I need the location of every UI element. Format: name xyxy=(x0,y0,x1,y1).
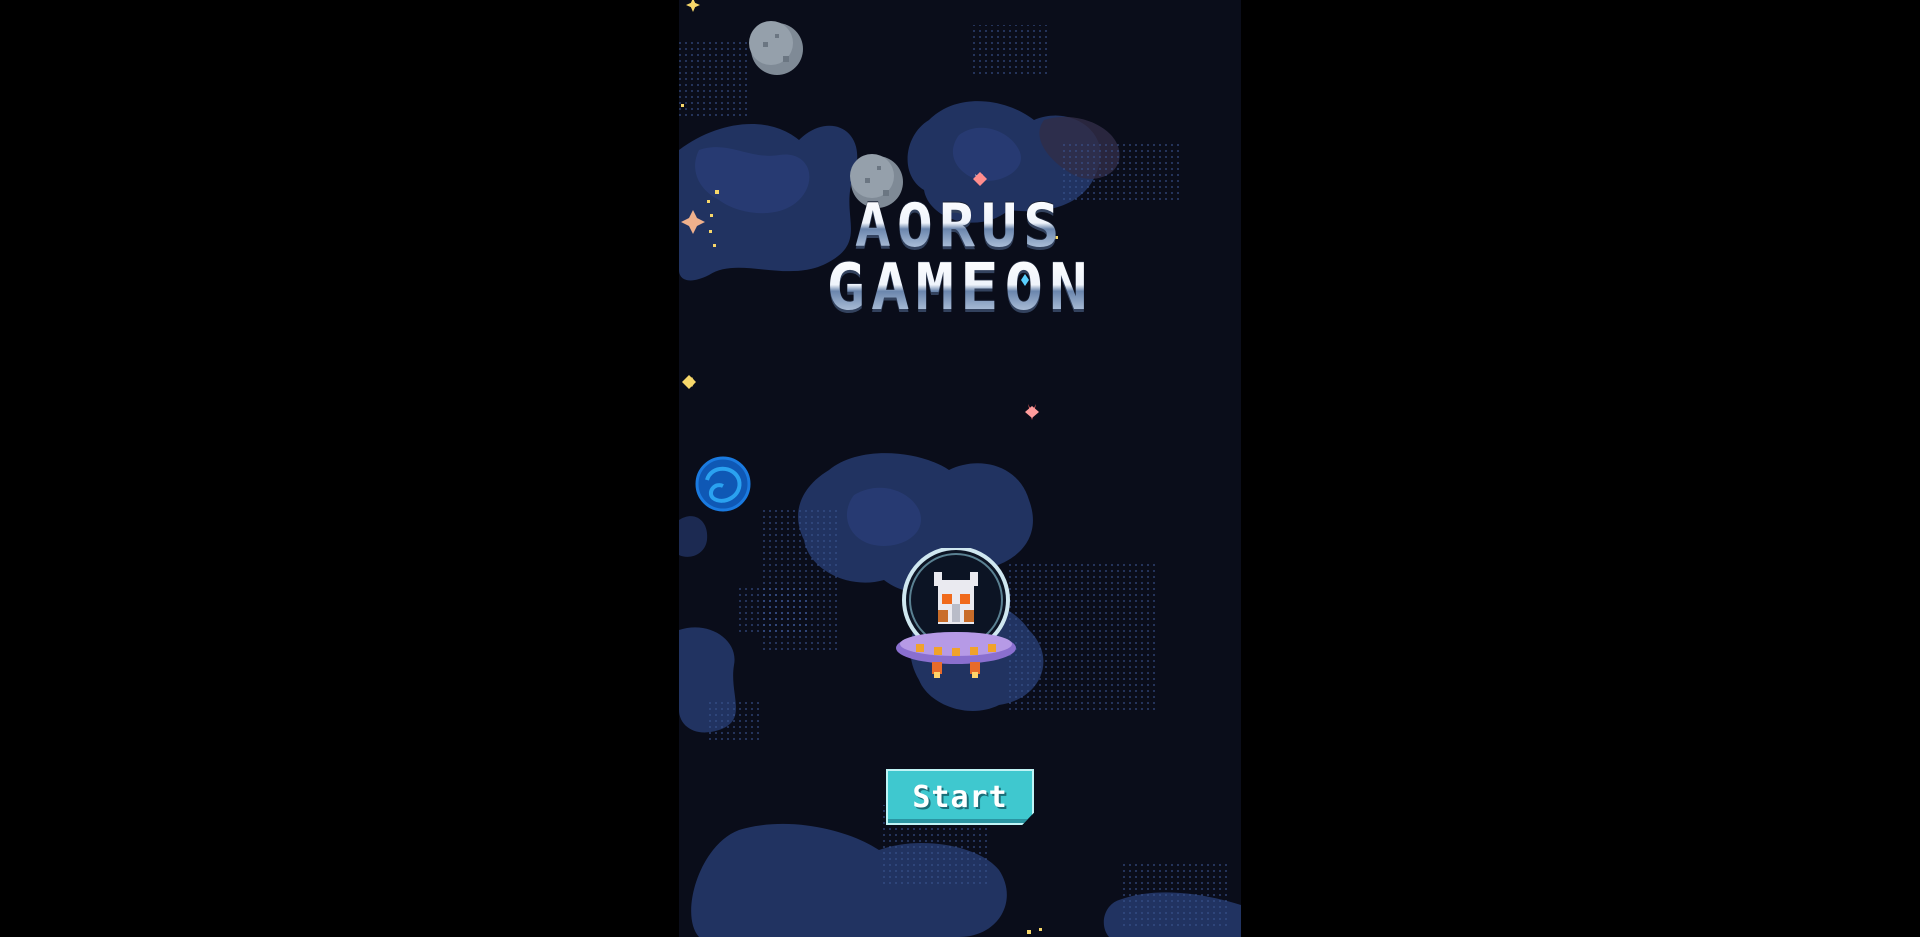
game-title-line-2: GAMEON xyxy=(679,256,1241,320)
game-title-line-1: AORUS xyxy=(679,196,1241,256)
grey-moon-icon xyxy=(749,21,803,75)
start-button[interactable]: Start xyxy=(886,769,1034,825)
game-canvas[interactable]: AORUS GAMEON Start xyxy=(679,0,1241,937)
blue-swirl-planet-icon xyxy=(695,456,751,512)
start-button-label: Start xyxy=(912,779,1008,815)
alien-saucer-player xyxy=(896,548,1016,678)
